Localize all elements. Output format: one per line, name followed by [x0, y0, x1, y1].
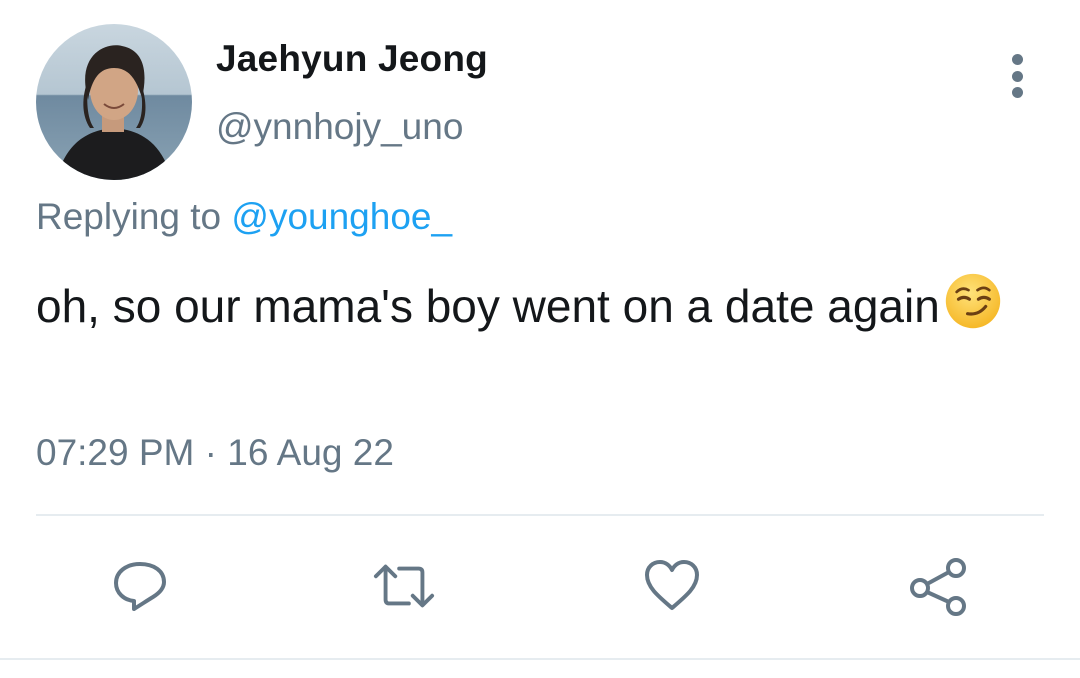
heart-icon	[645, 560, 699, 610]
tweet-text: oh, so our mama's boy went on a date aga…	[36, 272, 1036, 337]
tweet-time: 07:29 PM	[36, 432, 195, 473]
dot	[1011, 70, 1023, 82]
smirking-face-icon	[945, 273, 1000, 329]
tweet-timestamp[interactable]: 07:29 PM · 16 Aug 22	[36, 432, 394, 474]
retweet-button[interactable]	[372, 556, 436, 616]
tweet-card: Jaehyun Jeong @ynnhojy_uno Replying to @…	[0, 0, 1080, 678]
author-display-name[interactable]: Jaehyun Jeong	[216, 38, 488, 80]
reply-mention-link[interactable]: @younghoe_	[231, 196, 452, 237]
avatar[interactable]	[36, 24, 192, 180]
reply-icon	[114, 562, 166, 611]
share-icon	[910, 558, 966, 616]
more-options-icon[interactable]	[1004, 54, 1030, 98]
separator: ·	[204, 432, 217, 473]
replying-to: Replying to @younghoe_	[36, 196, 452, 238]
retweet-icon	[373, 564, 435, 608]
dot	[1011, 87, 1023, 98]
like-button[interactable]	[640, 556, 704, 616]
replying-to-label: Replying to	[36, 196, 222, 237]
author-handle[interactable]: @ynnhojy_uno	[216, 106, 463, 148]
share-button[interactable]	[906, 556, 970, 616]
reply-button[interactable]	[108, 556, 172, 616]
divider	[0, 658, 1080, 660]
divider	[36, 514, 1044, 516]
tweet-date: 16 Aug 22	[227, 432, 394, 473]
action-bar	[0, 556, 1080, 616]
dot	[1011, 54, 1023, 65]
tweet-text-content: oh, so our mama's boy went on a date aga…	[36, 280, 940, 332]
